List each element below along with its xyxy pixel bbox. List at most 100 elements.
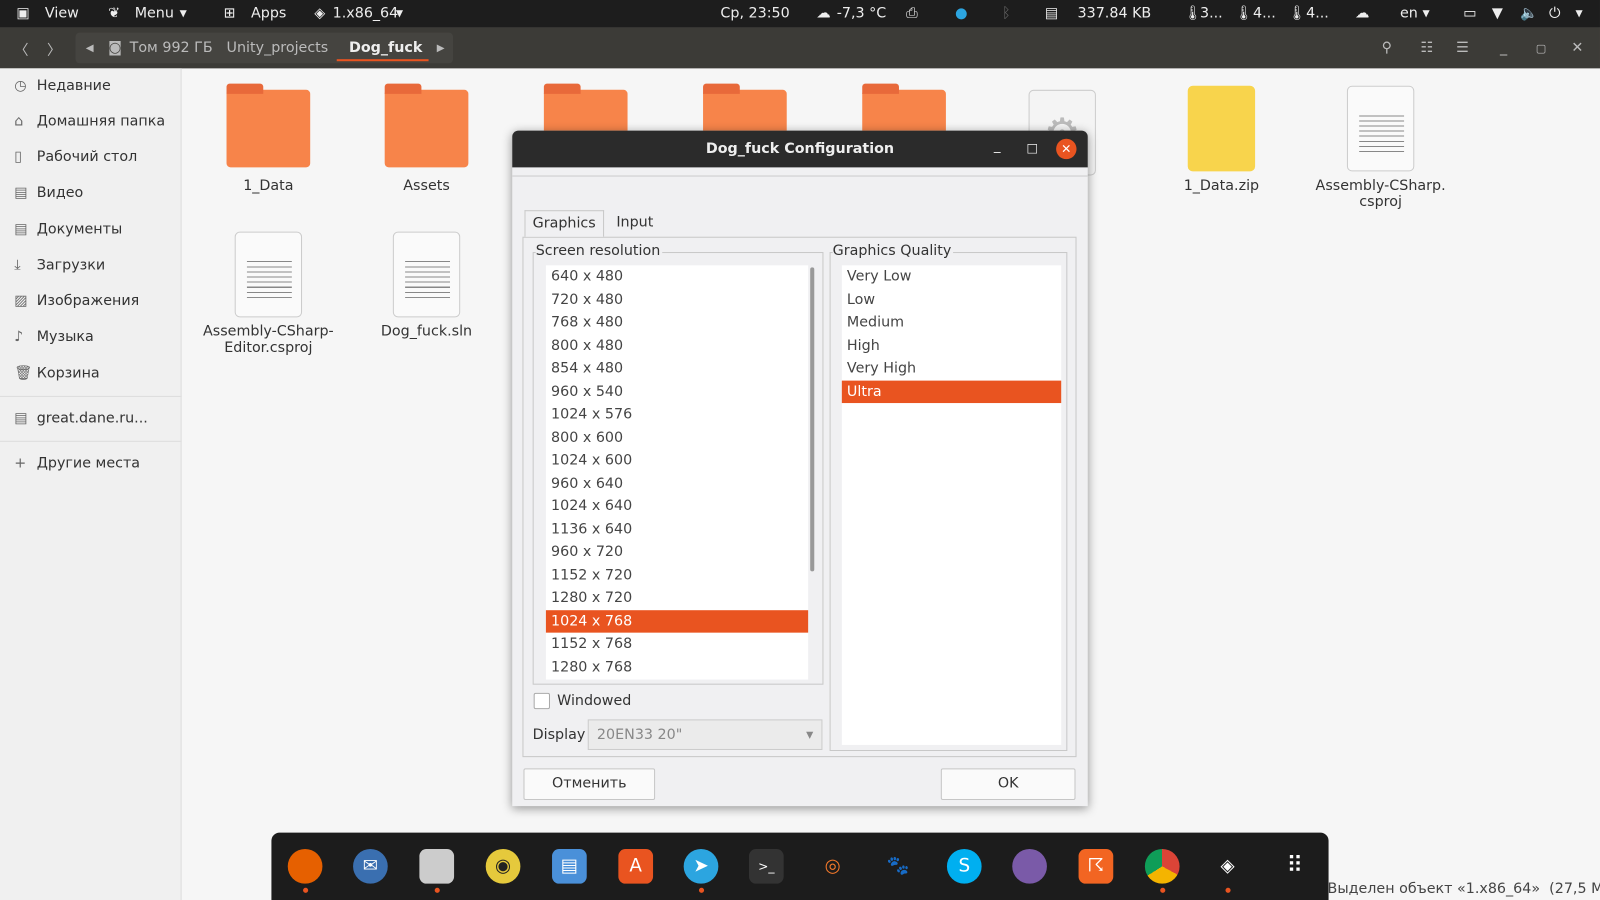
telegram-icon[interactable]: ➤ [683,848,719,884]
language-menu[interactable]: en [1400,5,1418,21]
maximize-icon[interactable]: □ [1027,141,1039,155]
file-dog-fuck-sln[interactable]: Dog_fuck.sln [365,231,487,340]
temp-3[interactable]: 4... [1306,5,1329,21]
tab-input[interactable]: Input [609,210,660,237]
hamburger-menu-icon[interactable]: ☰ [1456,40,1469,56]
apps-button[interactable]: Apps [251,5,286,21]
maximize-icon[interactable]: ▢ [1536,42,1547,55]
chrome-icon[interactable] [1144,848,1180,884]
sidebar-item-recent[interactable]: ◷ Недавние [14,78,110,94]
volume-icon[interactable]: 🔈 [1520,5,1538,21]
blender-icon[interactable]: ◎ [815,849,850,884]
writer-icon[interactable]: ▤ [552,848,587,884]
wifi-icon[interactable]: ▼ [1492,5,1503,21]
resolution-option[interactable]: 1136 x 640 [546,518,808,541]
cancel-button[interactable]: Отменить [523,768,656,800]
bluetooth-icon[interactable]: ᛒ [1002,5,1011,21]
resolution-option[interactable]: 1280 x 720 [546,587,808,610]
tab-graphics[interactable]: Graphics [524,210,604,237]
sidebar-item-documents[interactable]: ▤ Документы [14,221,122,237]
resolution-option[interactable]: 800 x 600 [546,426,808,449]
quality-option[interactable]: Medium [842,311,1061,334]
radio-icon[interactable]: ▤ [1045,5,1059,21]
display-select[interactable]: 20EN33 20" ▾ [587,719,823,750]
crumb-volume[interactable]: Том 992 ГБ [130,40,213,56]
resolution-option[interactable]: 1024 x 640 [546,495,808,518]
search-icon[interactable]: ⚲ [1382,40,1392,56]
rss-icon[interactable]: ☈ [1078,848,1114,884]
forward-button[interactable]: 〉 [47,40,61,60]
sidebar-item-videos[interactable]: ▤ Видео [14,185,83,201]
firefox-icon[interactable] [287,848,323,884]
sidebar-item-other-locations[interactable]: + Другие места [14,455,140,471]
temp-2[interactable]: 4... [1253,5,1276,21]
chevron-right-icon[interactable]: ▶ [437,43,445,54]
gimp-icon[interactable]: 🐾 [881,849,916,884]
quality-option[interactable]: Very High [842,357,1061,380]
sidebar-item-desktop[interactable]: ▯ Рабочий стол [14,149,137,165]
resolution-option[interactable]: 640 x 480 [546,265,808,288]
resolution-option[interactable]: 1024 x 768 [545,609,809,633]
quality-option[interactable]: Very Low [842,265,1061,288]
resolution-option[interactable]: 960 x 540 [546,380,808,403]
files-icon[interactable] [419,848,455,884]
file-assets[interactable]: Assets [365,83,487,194]
show-apps-icon[interactable]: ⠿ [1278,849,1313,884]
file-1-data[interactable]: 1_Data [207,83,329,194]
printer-icon[interactable]: ⎙ [906,5,917,21]
quality-list[interactable]: Very Low Low Medium High Very High Ultra [841,265,1062,745]
resolution-option[interactable]: 1152 x 720 [546,564,808,587]
chevron-left-icon[interactable]: ◀ [86,43,94,54]
menu-button[interactable]: Menu [135,5,174,21]
ok-button[interactable]: OK [940,768,1076,800]
thunderbird-icon[interactable]: ✉ [353,848,388,884]
resolution-option[interactable]: 1024 x 600 [546,449,808,472]
quality-option[interactable]: Low [842,288,1061,311]
app-menu[interactable]: 1.x86_64 [333,5,399,21]
telegram-icon[interactable]: ● [955,5,967,21]
rhythmbox-icon[interactable]: ◉ [485,848,521,884]
unity-icon[interactable]: ◈ [1210,849,1245,884]
quality-option[interactable]: High [842,334,1061,357]
sidebar-item-music[interactable]: ♪ Музыка [14,329,93,345]
resolution-option[interactable]: 800 x 480 [546,334,808,357]
resolution-option[interactable]: 1024 x 576 [546,403,808,426]
resolution-option[interactable]: 768 x 480 [546,311,808,334]
power-icon[interactable]: ⏻ [1549,5,1560,21]
sidebar-item-network-drive[interactable]: ▤ great.dane.ru... [14,410,148,426]
pidgin-icon[interactable] [1012,848,1047,884]
clock[interactable]: Ср, 23:50 [720,5,789,21]
cloud-icon[interactable]: ☁ [1355,5,1369,21]
sidebar-item-pictures[interactable]: ▨ Изображения [14,293,139,309]
resolution-option[interactable]: 720 x 480 [546,288,808,311]
resolution-option[interactable]: 854 x 480 [546,357,808,380]
back-button[interactable]: 〈 [14,40,28,60]
minimize-icon[interactable]: _ [994,139,1001,154]
weather[interactable]: -7,3 °C [837,5,887,21]
minimize-icon[interactable]: _ [1500,40,1507,56]
resolution-option[interactable]: 1152 x 768 [546,633,808,656]
crumb-dog-fuck[interactable]: Dog_fuck [349,40,422,56]
view-menu[interactable]: View [45,5,79,21]
resolution-option[interactable]: 960 x 640 [546,472,808,495]
close-icon[interactable]: ✕ [1571,40,1583,56]
file-1-data-zip[interactable]: 1_Data.zip [1160,85,1282,194]
windowed-checkbox[interactable] [533,692,550,710]
close-button[interactable]: ✕ [1056,138,1077,160]
scrollbar[interactable] [810,267,815,572]
sidebar-item-trash[interactable]: 🗑 Корзина [14,365,99,381]
quality-option[interactable]: Ultra [841,380,1062,404]
file-assembly-csharp[interactable]: Assembly-CSharp. csproj [1309,85,1452,210]
network-speed[interactable]: 337.84 KB [1078,5,1152,21]
resolution-list[interactable]: 640 x 480 720 x 480 768 x 480 800 x 480 854 … [545,265,809,680]
crumb-unity-projects[interactable]: Unity_projects [227,40,329,56]
sidebar-item-downloads[interactable]: ⤓ Загрузки [14,257,105,273]
temp-1[interactable]: 3... [1200,5,1223,21]
sidebar-item-home[interactable]: ⌂ Домашняя папка [14,113,165,129]
skype-icon[interactable]: S [946,848,982,884]
view-icon[interactable]: ▣ [16,5,30,21]
resolution-option[interactable]: 960 x 720 [546,541,808,564]
file-assembly-csharp-editor[interactable]: Assembly-CSharp- Editor.csproj [197,231,340,356]
resolution-option[interactable]: 1280 x 768 [546,656,808,679]
display-icon[interactable]: ▭ [1463,5,1477,21]
